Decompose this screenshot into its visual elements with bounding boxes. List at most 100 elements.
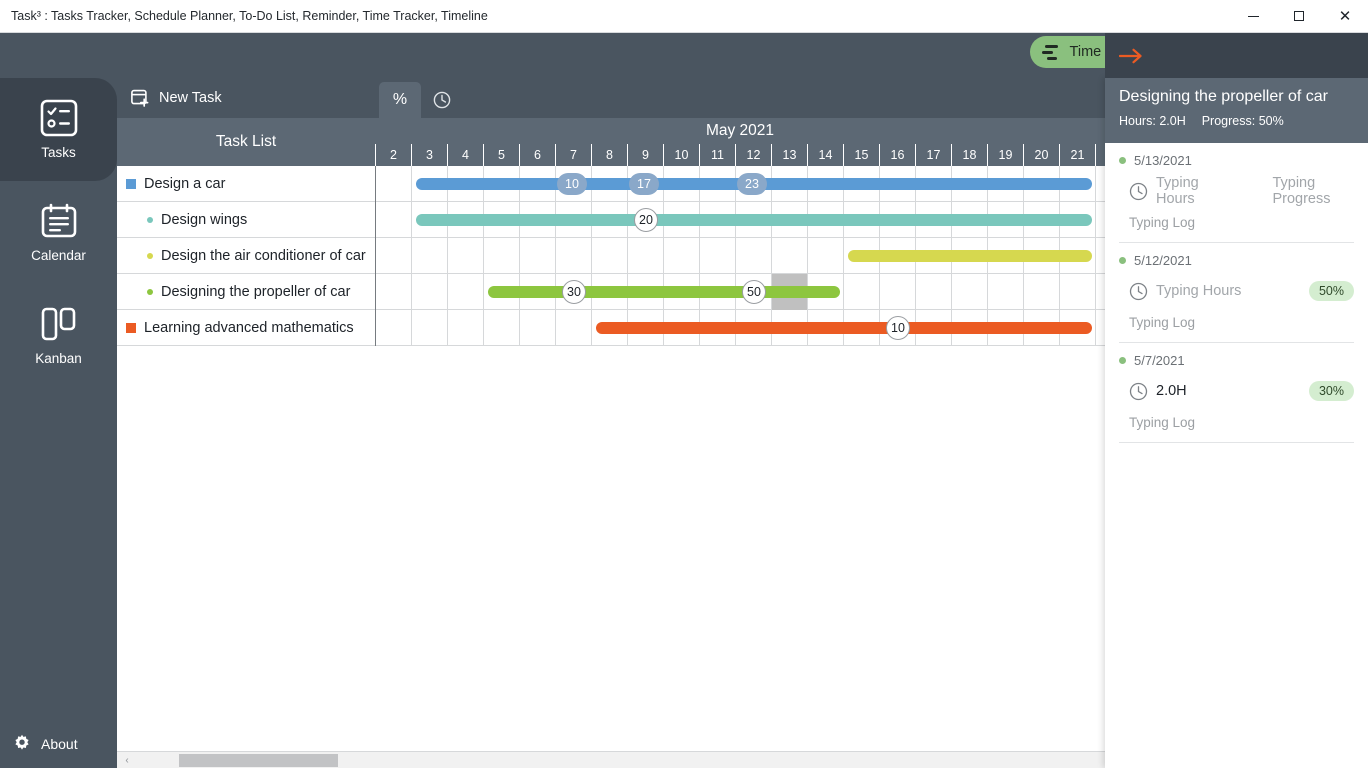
- sidebar-item-label: Tasks: [41, 145, 76, 160]
- detail-progress: Progress: 50%: [1202, 114, 1284, 128]
- gantt-bar-badge[interactable]: 23: [737, 173, 767, 195]
- task-row-name[interactable]: Learning advanced mathematics: [117, 310, 375, 346]
- new-task-button[interactable]: New Task: [131, 78, 222, 118]
- gantt-bar-badge[interactable]: 17: [629, 173, 659, 195]
- task-row-name[interactable]: Designing the propeller of car: [117, 274, 375, 310]
- arrow-right-icon[interactable]: [1119, 48, 1143, 64]
- detail-panel: Designing the propeller of car Hours: 2.…: [1105, 33, 1368, 768]
- gantt-cell[interactable]: [376, 310, 412, 346]
- new-task-label: New Task: [159, 90, 222, 106]
- gantt-cell[interactable]: [556, 238, 592, 274]
- detail-log-list: 5/13/2021 Typing Hours Typing Progress Typi…: [1105, 143, 1368, 768]
- detail-progress-label: Progress:: [1201, 114, 1256, 128]
- gantt-cell[interactable]: [448, 238, 484, 274]
- log-hours-input[interactable]: 2.0H: [1156, 383, 1187, 399]
- day-header-cell: 15: [843, 144, 879, 166]
- gantt-bar[interactable]: [596, 322, 1092, 334]
- gantt-cell[interactable]: [448, 274, 484, 310]
- sidebar-item-kanban[interactable]: Kanban: [0, 284, 117, 387]
- log-item[interactable]: 5/12/2021 Typing Hours 50% Typing Log: [1105, 243, 1368, 343]
- horizontal-scroll-thumb[interactable]: [179, 754, 338, 767]
- close-button[interactable]: ✕: [1322, 0, 1368, 33]
- gantt-cell[interactable]: [520, 238, 556, 274]
- detail-hours: Hours: 2.0H: [1119, 114, 1186, 128]
- gantt-cell[interactable]: [844, 274, 880, 310]
- gantt-bar-badge[interactable]: 20: [634, 208, 658, 232]
- task-name-label: Design a car: [144, 176, 226, 192]
- gantt-bar-badge[interactable]: 30: [562, 280, 586, 304]
- task-color-marker: [147, 217, 153, 223]
- sidebar-item-calendar[interactable]: Calendar: [0, 181, 117, 284]
- log-progress-input[interactable]: Typing Progress: [1272, 175, 1354, 207]
- detail-hours-label: Hours:: [1119, 114, 1156, 128]
- maximize-button[interactable]: [1276, 0, 1322, 33]
- day-header-cell: 8: [591, 144, 627, 166]
- day-header-cell: 5: [483, 144, 519, 166]
- log-hours-row: Typing Hours Typing Progress: [1119, 175, 1354, 207]
- task-row-name[interactable]: Design the air conditioner of car: [117, 238, 375, 274]
- log-item[interactable]: 5/7/2021 2.0H 30% Typing Log: [1105, 343, 1368, 443]
- day-header-cell: 13: [771, 144, 807, 166]
- gantt-cell[interactable]: [664, 238, 700, 274]
- tab-percent[interactable]: %: [379, 82, 421, 118]
- gantt-bar-badge[interactable]: 50: [742, 280, 766, 304]
- month-label: May 2021: [705, 122, 775, 139]
- day-header-cell: 21: [1059, 144, 1095, 166]
- sidebar-item-tasks[interactable]: Tasks: [0, 78, 117, 181]
- gantt-cell[interactable]: [556, 310, 592, 346]
- detail-hours-value: 2.0H: [1159, 114, 1186, 128]
- log-date-row: 5/7/2021: [1119, 353, 1354, 368]
- log-item[interactable]: 5/13/2021 Typing Hours Typing Progress Typi…: [1105, 143, 1368, 243]
- about-button[interactable]: About: [0, 720, 117, 768]
- gantt-bar[interactable]: [848, 250, 1092, 262]
- app-window: Task³ : Tasks Tracker, Schedule Planner,…: [0, 0, 1368, 768]
- gantt-bar-badge[interactable]: 10: [557, 173, 587, 195]
- gantt-cell[interactable]: [736, 238, 772, 274]
- log-date-label: 5/13/2021: [1134, 153, 1192, 168]
- gantt-cell[interactable]: [628, 238, 664, 274]
- gantt-bar[interactable]: [488, 286, 840, 298]
- gantt-cell[interactable]: [916, 274, 952, 310]
- gantt-cell[interactable]: [448, 310, 484, 346]
- gantt-cell[interactable]: [952, 274, 988, 310]
- day-header-cell: 10: [663, 144, 699, 166]
- gantt-cell[interactable]: [808, 238, 844, 274]
- gantt-cell[interactable]: [376, 166, 412, 202]
- day-header-cell: 18: [951, 144, 987, 166]
- gantt-cell[interactable]: [376, 238, 412, 274]
- gantt-cell[interactable]: [520, 310, 556, 346]
- scroll-left-icon[interactable]: ‹: [119, 752, 135, 768]
- task-row-name[interactable]: Design wings: [117, 202, 375, 238]
- gantt-cell[interactable]: [1060, 274, 1096, 310]
- gantt-cell[interactable]: [376, 202, 412, 238]
- task-row-name[interactable]: Design a car: [117, 166, 375, 202]
- gantt-cell[interactable]: [484, 238, 520, 274]
- gantt-cell[interactable]: [592, 238, 628, 274]
- log-hours-input[interactable]: Typing Hours: [1156, 283, 1241, 299]
- gantt-cell[interactable]: [376, 274, 412, 310]
- gantt-cell[interactable]: [988, 274, 1024, 310]
- kanban-icon: [40, 305, 78, 343]
- gantt-cell[interactable]: [412, 238, 448, 274]
- gantt-cell[interactable]: [772, 238, 808, 274]
- tab-clock[interactable]: [421, 82, 463, 118]
- day-header-cell: 17: [915, 144, 951, 166]
- sidebar: Tasks Calendar Kanban About: [0, 78, 117, 768]
- gantt-cell[interactable]: [880, 274, 916, 310]
- log-divider: [1119, 442, 1354, 443]
- gantt-cell[interactable]: [412, 274, 448, 310]
- gantt-cell[interactable]: [412, 310, 448, 346]
- gantt-bar[interactable]: [416, 214, 1092, 226]
- log-note-input[interactable]: Typing Log: [1119, 315, 1354, 330]
- view-mode-tabs: %: [379, 82, 463, 118]
- gantt-cell[interactable]: [484, 310, 520, 346]
- log-hours-input[interactable]: Typing Hours: [1156, 175, 1222, 207]
- detail-title: Designing the propeller of car: [1119, 88, 1329, 105]
- day-header-cell: 9: [627, 144, 663, 166]
- minimize-button[interactable]: [1230, 0, 1276, 33]
- gantt-bar-badge[interactable]: 10: [886, 316, 910, 340]
- log-note-input[interactable]: Typing Log: [1119, 215, 1354, 230]
- gantt-cell[interactable]: [1024, 274, 1060, 310]
- log-note-input[interactable]: Typing Log: [1119, 415, 1354, 430]
- gantt-cell[interactable]: [700, 238, 736, 274]
